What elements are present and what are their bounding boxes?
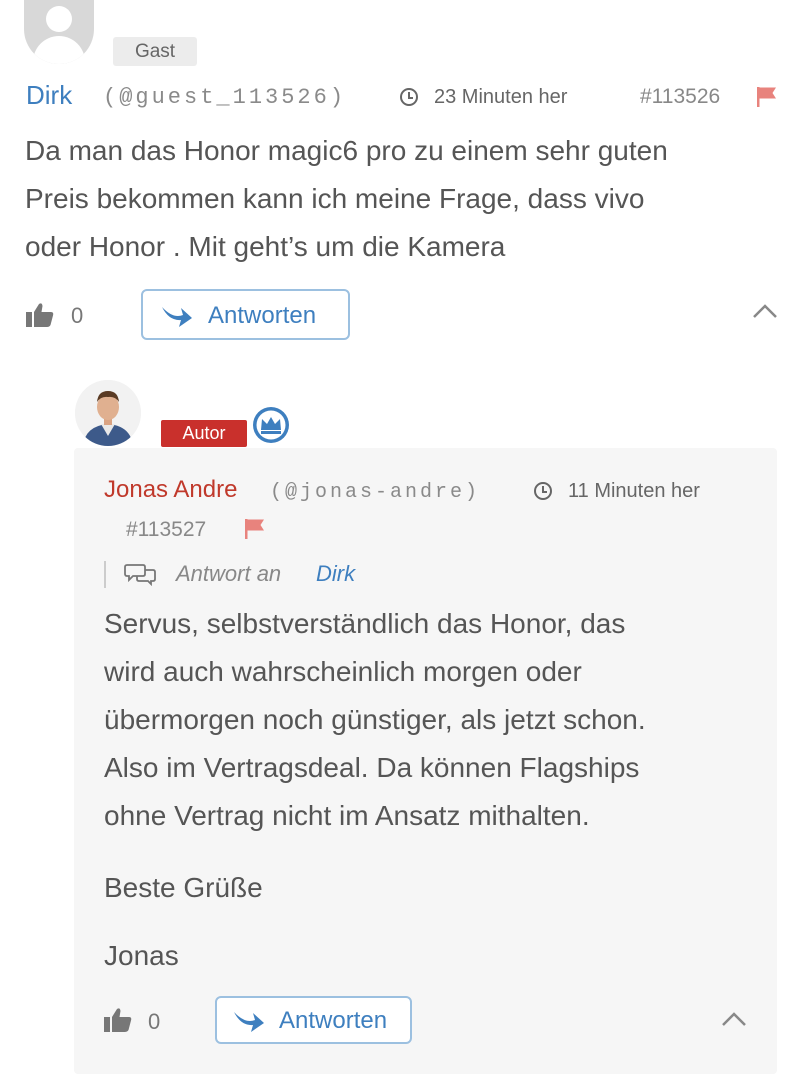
clock-icon	[400, 88, 418, 106]
author-avatar	[75, 380, 141, 446]
reply-button-label: Antworten	[208, 302, 317, 329]
author-photo	[75, 380, 141, 446]
reply-author[interactable]: Jonas Andre	[104, 476, 237, 504]
comment-author-handle: (@guest_113526)	[103, 85, 347, 110]
reply-signature: Jonas	[104, 940, 179, 971]
reply-line: übermorgen noch günstiger, als jetzt sch…	[104, 704, 646, 735]
chevron-up-icon[interactable]	[721, 1011, 747, 1027]
reply-to-prefix: Antwort an	[176, 561, 282, 586]
reply-arrow-icon	[162, 307, 192, 327]
like-count: 0	[148, 1009, 161, 1034]
reply-line: wird auch wahrscheinlich morgen oder	[104, 656, 582, 687]
reply-body: Servus, selbstverständlich das Honor, da…	[104, 600, 764, 840]
comment-line: oder Honor . Mit geht’s um die Kamera	[25, 231, 506, 262]
guest-badge: Gast	[113, 37, 197, 66]
comment-line: Preis bekommen kann ich meine Frage, das…	[25, 183, 645, 214]
flag-icon[interactable]	[756, 86, 778, 108]
reply-button-label: Antworten	[279, 1007, 388, 1034]
comment-author[interactable]: Dirk	[26, 80, 72, 111]
reply-line: Also im Vertragsdeal. Da können Flagship…	[104, 752, 640, 783]
thumbs-up-icon[interactable]	[104, 1007, 132, 1033]
comment-body: Da man das Honor magic6 pro zu einem seh…	[25, 127, 785, 271]
comment-line: Da man das Honor magic6 pro zu einem seh…	[25, 135, 668, 166]
reply-to-link[interactable]: Dirk	[316, 561, 355, 587]
speech-bubbles-icon	[124, 564, 156, 586]
reply-line: ohne Vertrag nicht im Ansatz mithalten.	[104, 800, 590, 831]
reply-author-handle: (@jonas-andre)	[270, 481, 481, 504]
reply-button[interactable]: Antworten	[215, 996, 412, 1044]
flag-icon[interactable]	[244, 518, 266, 540]
reply-id-link[interactable]: #113527	[126, 518, 206, 542]
clock-icon	[534, 482, 552, 500]
user-avatar-icon	[46, 6, 72, 32]
comment-id-link[interactable]: #113526	[640, 85, 720, 109]
reply-button[interactable]: Antworten	[141, 289, 350, 340]
comment-time: 23 Minuten her	[434, 86, 568, 108]
guest-avatar	[24, 0, 94, 64]
thumbs-up-icon[interactable]	[26, 302, 54, 328]
reply-to-divider	[104, 561, 106, 588]
reply-time: 11 Minuten her	[568, 480, 700, 502]
like-count: 0	[71, 303, 84, 328]
reply-arrow-icon	[234, 1012, 264, 1032]
reply-line: Servus, selbstverständlich das Honor, da…	[104, 608, 626, 639]
crown-icon	[253, 407, 289, 443]
chevron-up-icon[interactable]	[752, 303, 778, 319]
reply-greeting: Beste Grüße	[104, 872, 263, 903]
author-badge: Autor	[161, 420, 247, 447]
